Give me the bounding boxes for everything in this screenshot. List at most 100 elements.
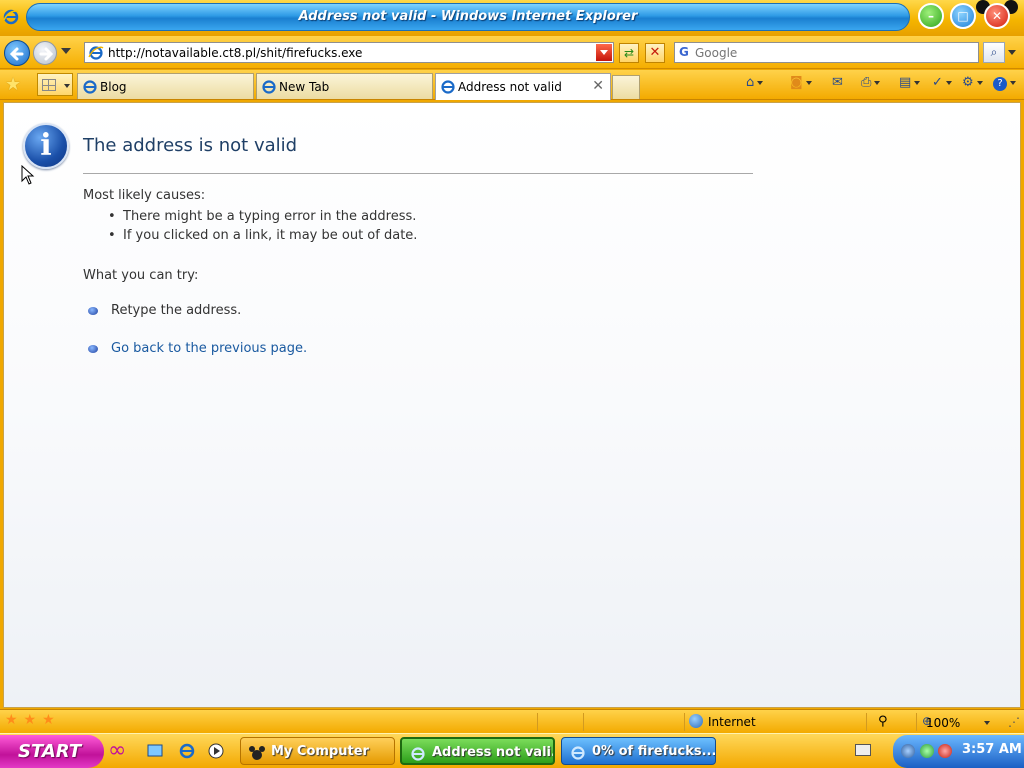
quick-tabs-grid-icon bbox=[42, 79, 56, 91]
close-button[interactable]: ✕ bbox=[984, 3, 1010, 29]
protected-mode-icon[interactable]: ⚲ bbox=[878, 714, 888, 729]
task-my-computer[interactable]: My Computer bbox=[240, 737, 395, 765]
security-zone[interactable]: Internet bbox=[708, 715, 756, 729]
tray-security-icon[interactable] bbox=[920, 744, 934, 758]
go-back-link[interactable]: Go back to the previous page. bbox=[111, 341, 307, 356]
stop-button[interactable]: ✕ bbox=[645, 43, 665, 63]
minimize-button[interactable]: – bbox=[918, 3, 944, 29]
search-options-dropdown[interactable] bbox=[1006, 42, 1018, 63]
zoom-level[interactable]: 100% bbox=[926, 716, 960, 730]
clock[interactable]: 3:57 AM bbox=[962, 742, 1022, 757]
tab-ie-icon bbox=[441, 80, 455, 94]
bullet-icon bbox=[88, 345, 98, 353]
try-label: What you can try: bbox=[83, 268, 199, 283]
task-label: 0% of firefucks.... bbox=[592, 744, 716, 759]
new-tab-button[interactable] bbox=[612, 75, 640, 99]
feeds-button[interactable]: ◙ bbox=[790, 75, 812, 95]
navigation-bar: http://notavailable.ct8.pl/shit/firefuck… bbox=[0, 36, 1024, 69]
refresh-button[interactable]: ⇄ bbox=[619, 43, 639, 63]
safety-icon: ✓ bbox=[932, 75, 943, 90]
tray-network-icon[interactable] bbox=[901, 744, 915, 758]
zoom-dropdown[interactable] bbox=[984, 721, 990, 725]
favorites-star-icon[interactable]: ★ bbox=[5, 74, 21, 95]
tab-list-dropdown[interactable] bbox=[64, 84, 70, 88]
task-ie-icon bbox=[410, 745, 426, 761]
tab-ie-icon bbox=[262, 80, 276, 94]
read-mail-button[interactable]: ✉ bbox=[832, 75, 843, 95]
try-item-text: Retype the address. bbox=[111, 303, 242, 318]
tools-menu-button[interactable]: ⚙ bbox=[962, 75, 983, 95]
address-text[interactable]: http://notavailable.ct8.pl/shit/firefuck… bbox=[108, 46, 362, 60]
tab-new-tab[interactable]: New Tab bbox=[256, 73, 433, 99]
help-menu-button[interactable]: ? bbox=[993, 75, 1016, 95]
back-arrow-icon bbox=[9, 47, 24, 61]
bullet-icon bbox=[88, 307, 98, 315]
help-icon: ? bbox=[993, 77, 1007, 91]
rss-icon: ◙ bbox=[790, 75, 803, 90]
gear-icon: ⚙ bbox=[962, 75, 974, 90]
search-button[interactable]: ⌕ bbox=[983, 42, 1005, 63]
page-icon: ▤ bbox=[899, 75, 912, 90]
heading-divider bbox=[83, 173, 753, 174]
task-label: My Computer bbox=[271, 744, 369, 759]
quicklaunch-ie-icon[interactable] bbox=[178, 742, 196, 760]
search-input[interactable] bbox=[695, 44, 975, 61]
page-content: i The address is not valid Most likely c… bbox=[3, 102, 1021, 708]
keyboard-language-icon[interactable] bbox=[855, 744, 871, 756]
status-bar: ★★★ Internet ⚲ ⊕ 100% ⋰ bbox=[0, 709, 1024, 733]
title-bar[interactable]: Address not valid - Windows Internet Exp… bbox=[0, 0, 1024, 36]
back-button[interactable] bbox=[4, 40, 30, 66]
home-button[interactable]: ⌂ bbox=[746, 75, 764, 95]
window-title: Address not valid - Windows Internet Exp… bbox=[298, 9, 638, 24]
magnifier-icon: ⌕ bbox=[990, 45, 998, 59]
page-menu-button[interactable]: ▤ bbox=[899, 75, 921, 95]
info-icon: i bbox=[23, 123, 69, 169]
taskbar: START ∞ My Computer Address not vali... … bbox=[0, 733, 1024, 768]
print-button[interactable]: ⎙ bbox=[861, 75, 881, 95]
mickey-icon bbox=[249, 744, 265, 760]
task-download[interactable]: 0% of firefucks.... bbox=[561, 737, 716, 765]
ie-app-icon[interactable] bbox=[3, 9, 19, 25]
task-ie-icon bbox=[570, 744, 586, 760]
tab-address-not-valid[interactable]: Address not valid ✕ bbox=[435, 73, 611, 100]
internet-zone-icon bbox=[689, 714, 703, 728]
decorative-bubbles-icon: ∞ bbox=[108, 738, 127, 763]
status-separator bbox=[583, 713, 584, 731]
tab-ie-icon bbox=[83, 80, 97, 94]
tray-shield-icon[interactable] bbox=[938, 744, 952, 758]
start-button[interactable]: START bbox=[0, 735, 104, 768]
tab-bar: ★ Blog New Tab Address not valid ✕ ⌂ ◙ ✉… bbox=[0, 70, 1024, 100]
forward-arrow-icon bbox=[39, 47, 54, 61]
close-tab-icon[interactable]: ✕ bbox=[592, 78, 604, 94]
tab-label: Blog bbox=[100, 80, 127, 94]
try-item-go-back[interactable]: Go back to the previous page. bbox=[88, 341, 307, 356]
media-player-icon[interactable] bbox=[207, 742, 225, 760]
show-desktop-icon[interactable] bbox=[146, 742, 164, 760]
tab-blog[interactable]: Blog bbox=[77, 73, 254, 99]
mouse-cursor-icon bbox=[21, 165, 35, 185]
status-separator bbox=[866, 713, 867, 731]
tab-label: Address not valid bbox=[458, 80, 562, 94]
forward-button[interactable] bbox=[33, 41, 57, 65]
maximize-button[interactable]: □ bbox=[950, 3, 976, 29]
quick-tabs-button[interactable] bbox=[37, 73, 73, 96]
task-address-not-valid[interactable]: Address not vali... bbox=[400, 737, 555, 765]
google-icon: G bbox=[679, 45, 689, 59]
search-box[interactable]: G bbox=[674, 42, 979, 63]
status-separator bbox=[684, 713, 685, 731]
recent-pages-dropdown[interactable] bbox=[61, 48, 71, 54]
status-stars-icon: ★★★ bbox=[5, 712, 61, 728]
address-dropdown-button[interactable] bbox=[596, 44, 612, 61]
resize-grip-icon[interactable]: ⋰ bbox=[1008, 715, 1020, 729]
cause-item: There might be a typing error in the add… bbox=[108, 209, 416, 224]
causes-label: Most likely causes: bbox=[83, 188, 206, 203]
address-field[interactable]: http://notavailable.ct8.pl/shit/firefuck… bbox=[84, 42, 614, 63]
mail-icon: ✉ bbox=[832, 75, 843, 90]
task-label: Address not vali... bbox=[432, 745, 555, 760]
safety-menu-button[interactable]: ✓ bbox=[932, 75, 952, 95]
status-separator bbox=[916, 713, 917, 731]
tab-label: New Tab bbox=[279, 80, 330, 94]
status-separator bbox=[537, 713, 538, 731]
home-icon: ⌂ bbox=[746, 75, 755, 90]
printer-icon: ⎙ bbox=[861, 75, 872, 90]
